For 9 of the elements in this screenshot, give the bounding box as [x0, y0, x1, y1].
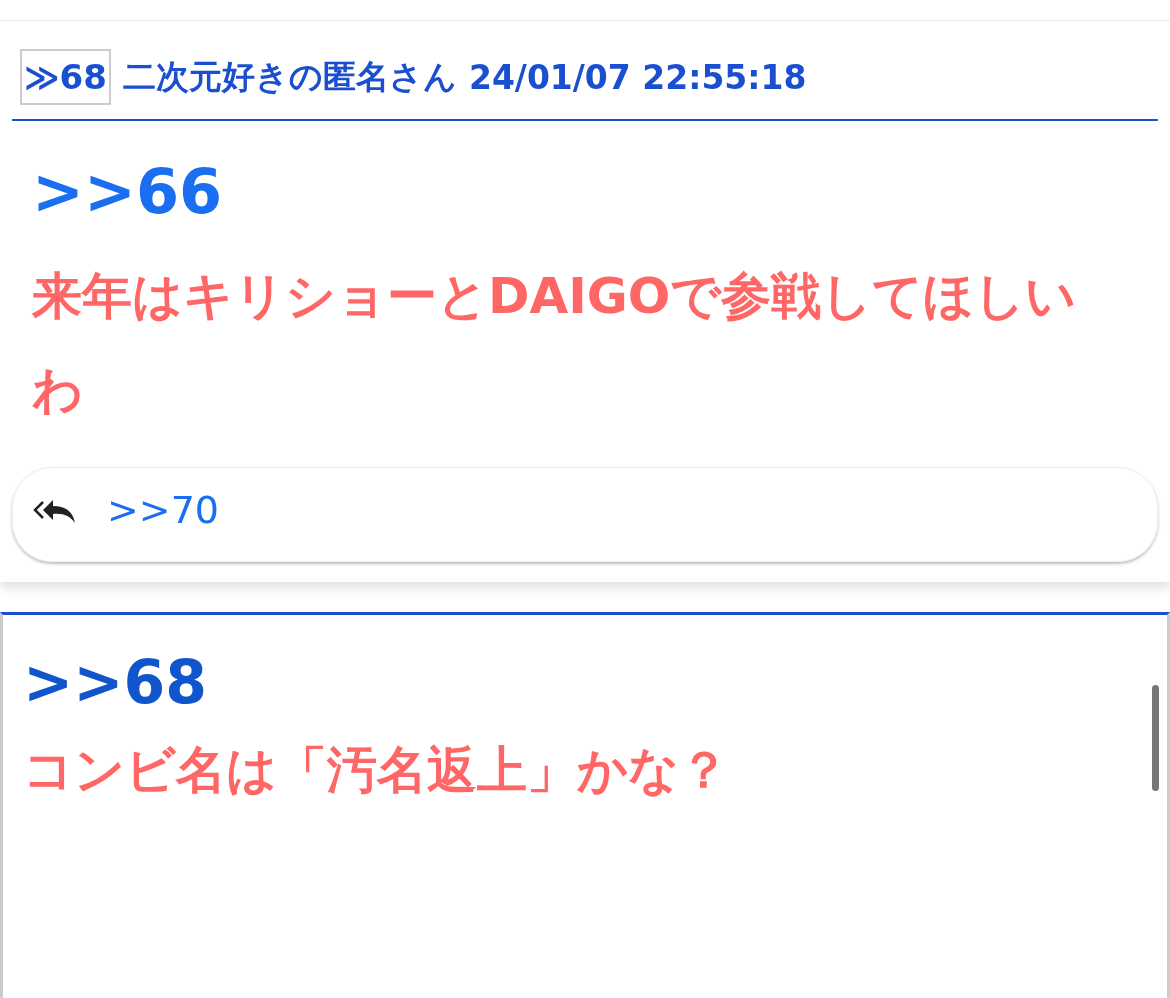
- reply-link[interactable]: >>66: [32, 157, 1138, 227]
- reply-link[interactable]: >>70: [107, 487, 220, 532]
- scrollbar[interactable]: [1152, 685, 1159, 791]
- post-date: 24/01/07 22:55:18: [468, 57, 807, 97]
- post-text: 来年はキリショーとDAIGOで参戦してほしいわ: [32, 266, 1078, 421]
- reply-link[interactable]: >>68: [23, 647, 1147, 717]
- post-text: コンビ名は「汚名返上」かな？: [23, 740, 730, 801]
- post-number-link[interactable]: ≫68: [20, 49, 111, 105]
- post-author: 二次元好きの匿名さん: [122, 55, 457, 98]
